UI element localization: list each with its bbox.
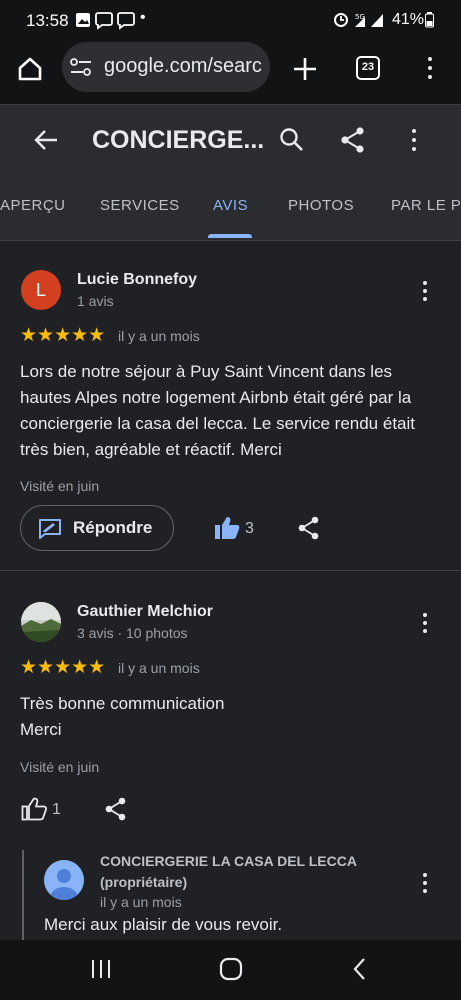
review-text-line: hautes Alpes notre logement Airbnb était… (20, 388, 412, 407)
like-count: 1 (52, 801, 61, 818)
review-date: il y a un mois (118, 328, 200, 344)
thumbs-up-icon[interactable] (214, 516, 240, 540)
reply-button[interactable]: Répondre (20, 505, 174, 551)
reviewer-name[interactable]: Lucie Bonnefoy (77, 271, 197, 289)
review-divider (0, 570, 461, 571)
review-text: Très bonne communication Merci (20, 691, 450, 743)
tab-about[interactable]: PAR LE PR (391, 197, 461, 214)
address-bar[interactable]: google.com/searc (62, 42, 270, 92)
status-dot: • (140, 9, 146, 26)
reply-label: Répondre (73, 518, 153, 537)
review-text-line: conciergerie la casa del lecca. Le servi… (20, 414, 415, 433)
review-text-line: Merci (20, 720, 62, 739)
review-share-icon[interactable] (297, 516, 321, 540)
visit-date: Visité en juin (20, 478, 100, 494)
page-title: CONCIERGE... (92, 126, 265, 154)
tab-services[interactable]: SERVICES (100, 197, 180, 214)
tab-reviews[interactable]: AVIS (213, 197, 248, 214)
owner-reply-date: il y a un mois (100, 894, 182, 910)
new-tab-icon[interactable] (292, 56, 318, 82)
home-nav-icon[interactable] (219, 957, 243, 981)
review-text-line: Lors de notre séjour à Puy Saint Vincent… (20, 362, 393, 381)
star-rating: ★★★★★ (20, 325, 106, 346)
back-nav-icon[interactable] (350, 957, 370, 981)
review-text: Lors de notre séjour à Puy Saint Vincent… (20, 359, 450, 463)
browser-menu-icon[interactable] (420, 56, 440, 80)
tab-count: 23 (361, 61, 375, 73)
tab-switcher-button[interactable]: 23 (356, 56, 380, 80)
share-icon[interactable] (339, 126, 367, 154)
recent-apps-icon[interactable] (90, 958, 112, 980)
search-icon[interactable] (278, 126, 306, 154)
reviewer-name[interactable]: Gauthier Melchior (77, 603, 213, 621)
reviewer-meta: 3 avis · 10 photos (77, 625, 188, 641)
avatar-letter: L (35, 280, 46, 300)
battery-icon (425, 12, 434, 28)
star-rating: ★★★★★ (20, 657, 106, 678)
review-text-line: Très bonne communication (20, 694, 225, 713)
active-tab-indicator (208, 234, 252, 238)
tab-overview[interactable]: APERÇU (0, 197, 66, 214)
status-bar: 13:58 • 5G 41% (0, 0, 461, 40)
battery-percent: 41% (392, 11, 425, 28)
owner-name: CONCIERGERIE LA CASA DEL LECCA (100, 853, 357, 869)
reviewer-meta: 1 avis (77, 293, 114, 309)
status-time: 13:58 (26, 11, 69, 30)
owner-avatar (44, 860, 84, 900)
place-menu-icon[interactable] (404, 128, 424, 152)
avatar[interactable] (21, 602, 61, 642)
tab-photos[interactable]: PHOTOS (288, 197, 354, 214)
system-nav-bar (0, 940, 461, 1000)
url-text[interactable]: google.com/searc (104, 55, 264, 78)
review-date: il y a un mois (118, 660, 200, 676)
avatar[interactable]: L (21, 270, 61, 310)
thumbs-up-icon[interactable] (21, 797, 47, 821)
visit-date: Visité en juin (20, 759, 100, 775)
owner-reply-menu-icon[interactable] (415, 872, 435, 896)
home-icon[interactable] (16, 55, 44, 83)
reply-icon (39, 519, 61, 539)
reply-thread-line (22, 850, 24, 940)
site-settings-icon[interactable] (70, 58, 92, 76)
review-share-icon[interactable] (104, 797, 128, 821)
review-menu-icon[interactable] (415, 612, 435, 636)
review-menu-icon[interactable] (415, 280, 435, 304)
system-status-icons: 5G (334, 13, 383, 27)
owner-role: (propriétaire) (100, 874, 188, 890)
notification-icons (76, 12, 135, 30)
owner-reply-text: Merci aux plaisir de vous revoir. (44, 915, 283, 934)
back-arrow-icon[interactable] (33, 127, 59, 153)
review-text-line: très bien, agréable et réactif. Merci (20, 440, 282, 459)
like-count: 3 (245, 520, 254, 537)
